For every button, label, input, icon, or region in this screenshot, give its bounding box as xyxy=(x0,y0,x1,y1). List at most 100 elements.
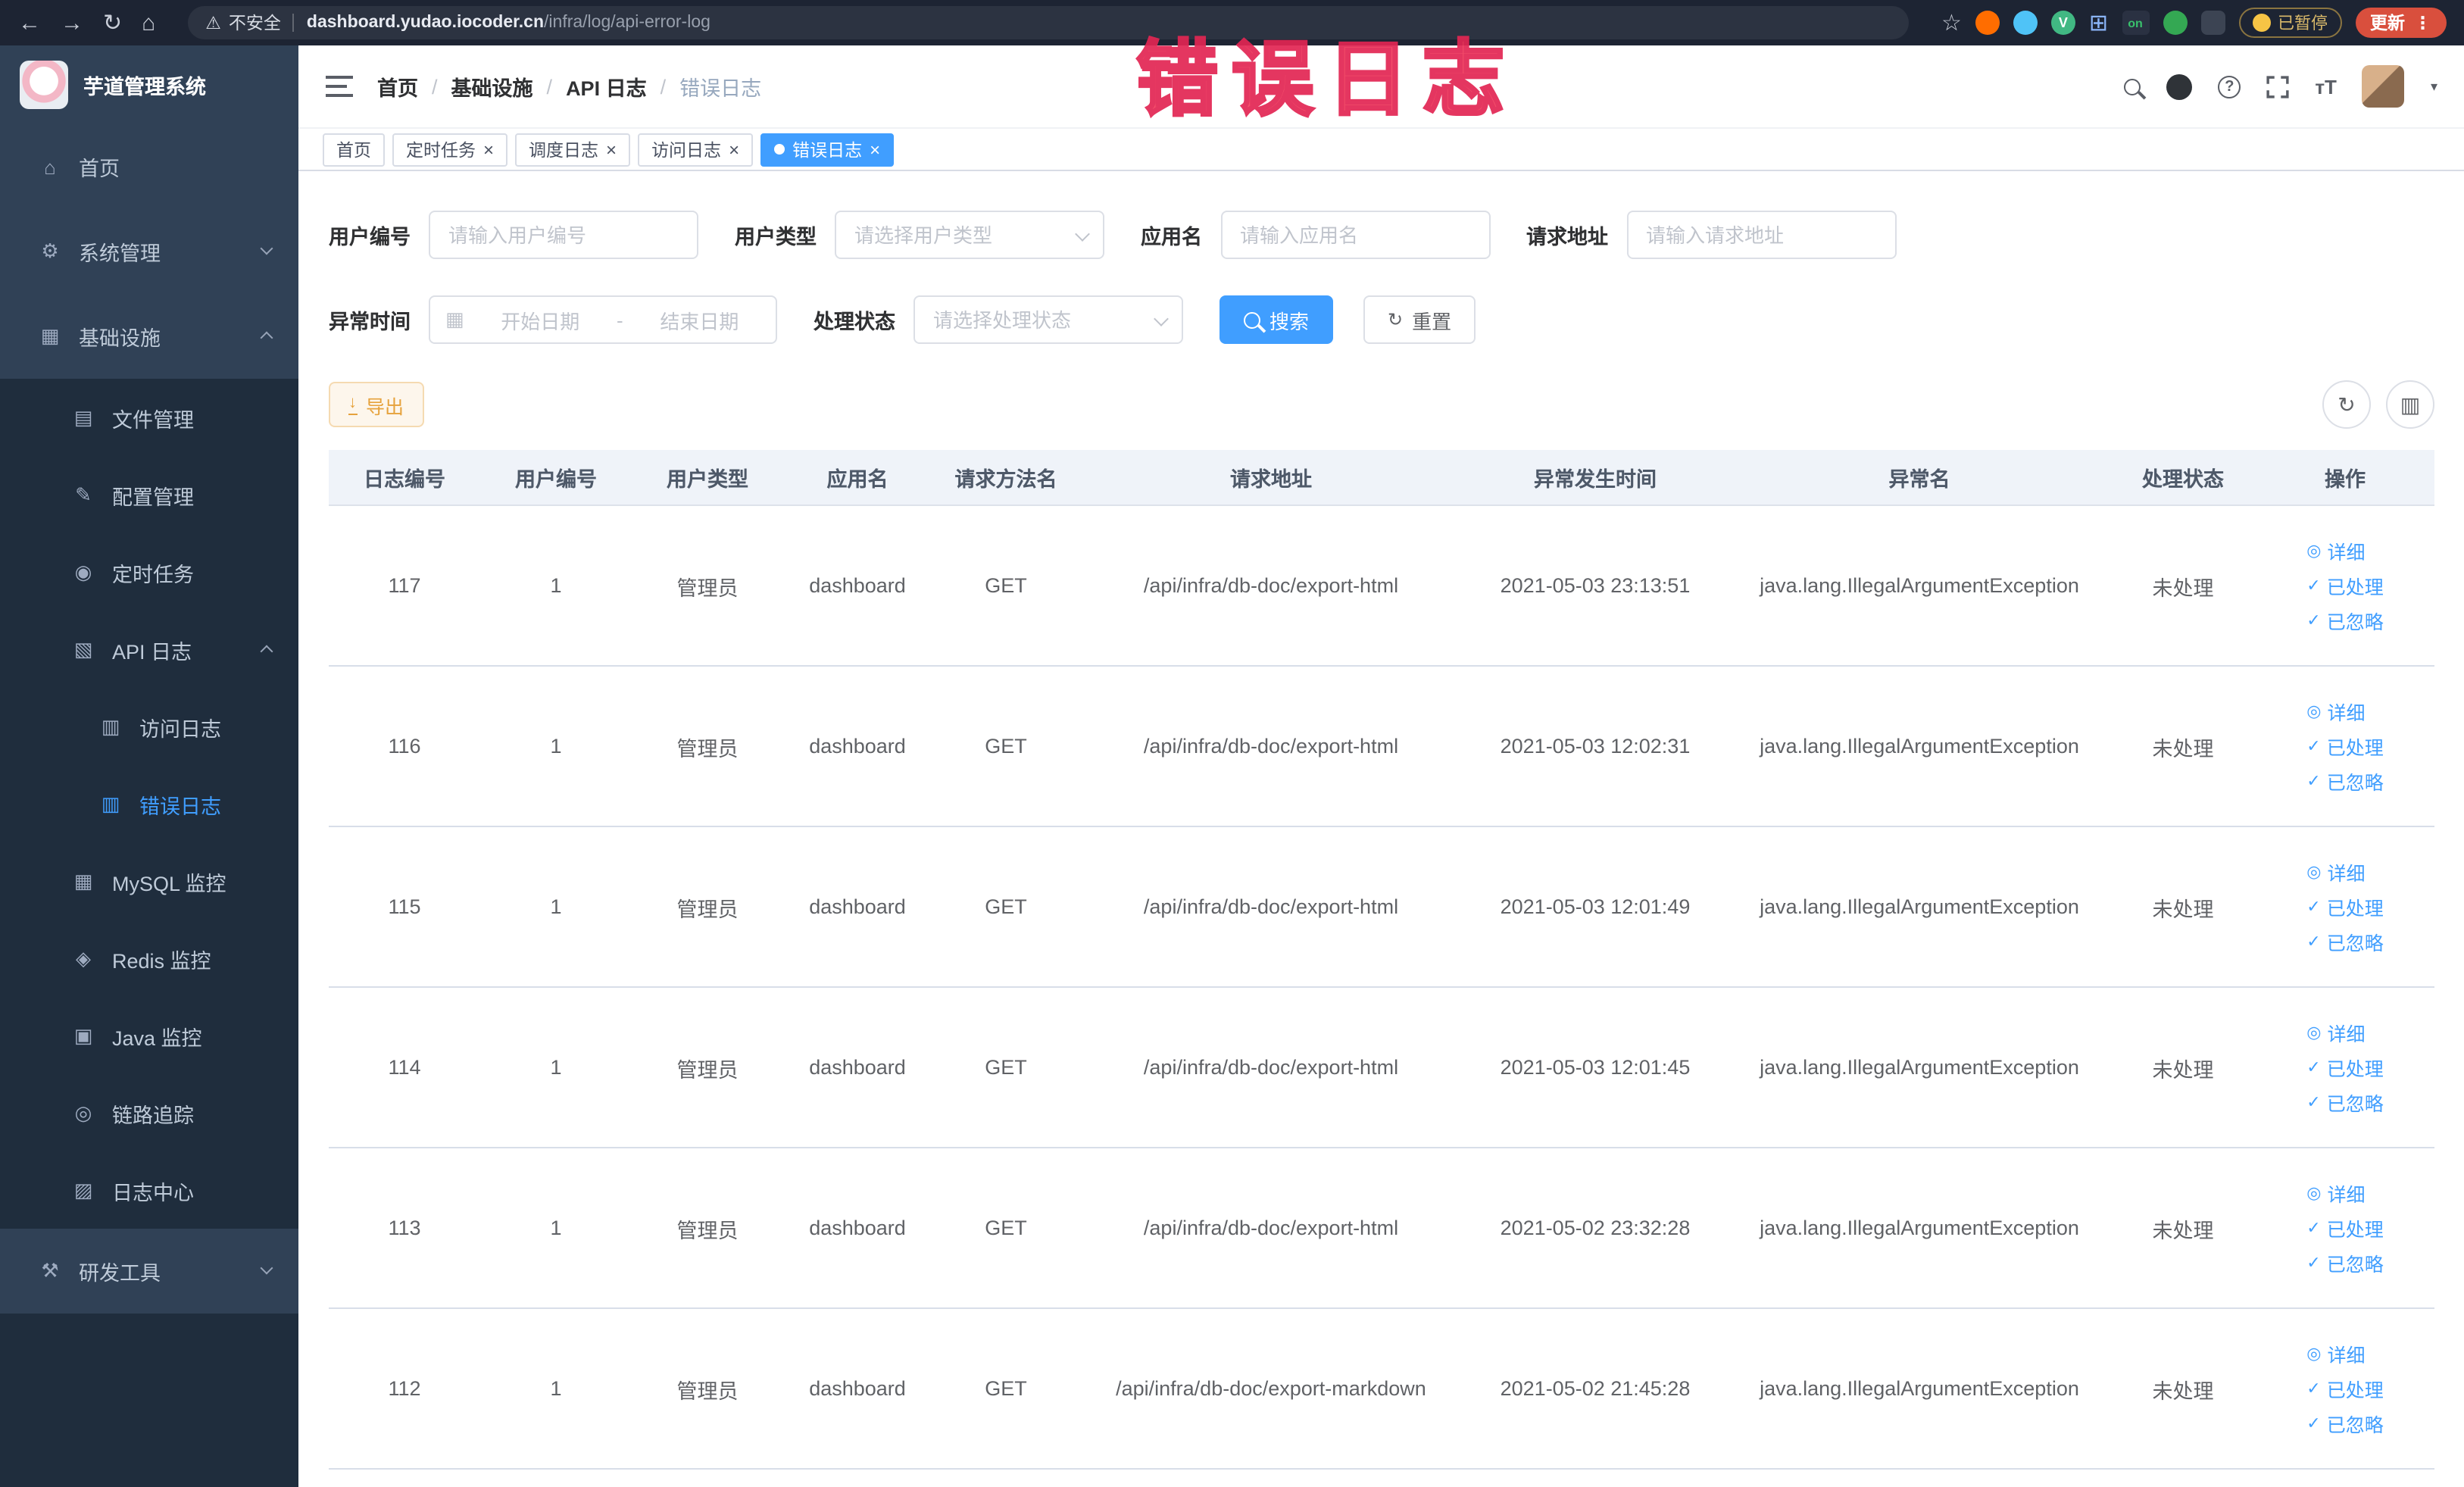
row-action-ignored[interactable]: ✓ 已忽略 xyxy=(2306,1248,2383,1277)
row-action-detail[interactable]: ◎ 详细 xyxy=(2306,697,2365,726)
check-icon: ✓ xyxy=(2306,1380,2321,1398)
extensions-puzzle-icon[interactable] xyxy=(2200,11,2225,35)
bookmark-star-icon[interactable]: ☆ xyxy=(1941,11,1962,34)
tab-4[interactable]: 错误日志 × xyxy=(760,133,895,166)
row-action-processed[interactable]: ✓ 已处理 xyxy=(2306,1053,2383,1082)
sidebar-item-9[interactable]: ▦ MySQL 监控 xyxy=(0,842,298,920)
security-chip[interactable]: ⚠ 不安全 xyxy=(205,11,281,35)
font-size-icon[interactable]: тT xyxy=(2315,75,2337,98)
chevron-down-icon[interactable]: ▾ xyxy=(2431,78,2437,95)
row-actions: ◎ 详细 ✓ 已处理 ✓ 已忽略 xyxy=(2306,697,2383,795)
app-name-input[interactable] xyxy=(1220,211,1490,259)
close-tab-icon[interactable]: × xyxy=(870,140,880,158)
row-action-detail[interactable]: ◎ 详细 xyxy=(2306,536,2365,565)
sidebar-item-3[interactable]: ▤ 文件管理 xyxy=(0,379,298,456)
extension-icon[interactable]: on xyxy=(2122,11,2149,35)
row-action-processed[interactable]: ✓ 已处理 xyxy=(2306,1374,2383,1403)
export-button[interactable]: ↓ 导出 xyxy=(329,382,424,427)
row-action-processed[interactable]: ✓ 已处理 xyxy=(2306,571,2383,600)
row-action-ignored[interactable]: ✓ 已忽略 xyxy=(2306,1088,2383,1117)
column-settings-button[interactable]: ▥ xyxy=(2386,380,2434,429)
search-icon[interactable] xyxy=(2124,78,2141,95)
row-action-detail[interactable]: ◎ 详细 xyxy=(2306,858,2365,886)
extension-icon[interactable] xyxy=(2013,11,2038,35)
sidebar-item-6[interactable]: ▧ API 日志 xyxy=(0,611,298,688)
check-icon: ✓ xyxy=(2306,612,2321,630)
sidebar-item-2[interactable]: ▦ 基础设施 xyxy=(0,294,298,379)
sidebar-item-label: Redis 监控 xyxy=(112,949,211,972)
app-name-label: 应用名 xyxy=(1141,226,1202,248)
sidebar-item-0[interactable]: ⌂ 首页 xyxy=(0,124,298,209)
row-action-detail[interactable]: ◎ 详细 xyxy=(2306,1339,2365,1368)
fullscreen-icon[interactable] xyxy=(2266,75,2289,98)
table-row: 115 1 管理员 dashboard GET/api/infra/db-doc/exp… xyxy=(329,827,2434,988)
hamburger-icon[interactable] xyxy=(326,76,353,97)
close-tab-icon[interactable]: × xyxy=(606,140,617,158)
extension-icon[interactable] xyxy=(1975,11,2000,35)
request-url-input[interactable] xyxy=(1626,211,1896,259)
action-label: 已忽略 xyxy=(2326,933,2384,954)
column-header: 异常名 xyxy=(1729,450,2110,505)
reload-icon[interactable]: ↻ xyxy=(103,11,122,34)
filter-row-1: 用户编号 用户类型 应用名 请求地址 xyxy=(329,211,2434,259)
row-action-ignored[interactable]: ✓ 已忽略 xyxy=(2306,767,2383,795)
search-button[interactable]: 搜索 xyxy=(1220,295,1334,344)
row-action-detail[interactable]: ◎ 详细 xyxy=(2306,1018,2365,1047)
row-action-processed[interactable]: ✓ 已处理 xyxy=(2306,732,2383,761)
extension-icon[interactable] xyxy=(2163,11,2187,35)
row-action-ignored[interactable]: ✓ 已忽略 xyxy=(2306,606,2383,635)
row-action-processed[interactable]: ✓ 已处理 xyxy=(2306,1214,2383,1242)
breadcrumb: 首页 / 基础设施 / API 日志 / 错误日志 xyxy=(377,71,761,102)
extension-icon[interactable]: ⊞ xyxy=(2089,11,2108,34)
cell-user_id: 1 xyxy=(550,895,562,918)
date-range-picker[interactable]: ▦ 开始日期 - 结束日期 xyxy=(429,295,777,344)
refresh-table-button[interactable]: ↻ xyxy=(2322,380,2371,429)
sidebar-item-10[interactable]: ◈ Redis 监控 xyxy=(0,920,298,997)
row-action-ignored[interactable]: ✓ 已忽略 xyxy=(2306,1409,2383,1438)
sidebar-item-7[interactable]: ▥ 访问日志 xyxy=(0,688,298,765)
action-label: 已忽略 xyxy=(2326,773,2384,794)
user-id-input[interactable] xyxy=(429,211,698,259)
tab-3[interactable]: 访问日志 × xyxy=(638,133,754,166)
reset-button[interactable]: ↻ 重置 xyxy=(1363,295,1476,344)
export-button-label: 导出 xyxy=(366,396,404,417)
sidebar-item-4[interactable]: ✎ 配置管理 xyxy=(0,456,298,533)
row-action-processed[interactable]: ✓ 已处理 xyxy=(2306,892,2383,921)
close-tab-icon[interactable]: × xyxy=(483,140,494,158)
close-tab-icon[interactable]: × xyxy=(729,140,739,158)
sidebar-item-5[interactable]: ◉ 定时任务 xyxy=(0,533,298,611)
sidebar-item-8[interactable]: ▥ 错误日志 xyxy=(0,765,298,842)
chrome-right-cluster: ☆ V ⊞ on 已暂停 更新 ⋮ xyxy=(1941,8,2447,38)
tab-2[interactable]: 调度日志 × xyxy=(515,133,631,166)
process-status-select[interactable] xyxy=(913,295,1183,344)
user-type-select[interactable] xyxy=(835,211,1104,259)
row-action-ignored[interactable]: ✓ 已忽略 xyxy=(2306,927,2383,956)
row-actions: ◎ 详细 ✓ 已处理 ✓ 已忽略 xyxy=(2306,1018,2383,1117)
forward-icon[interactable]: → xyxy=(61,11,83,34)
breadcrumb-item[interactable]: API 日志 xyxy=(566,71,647,102)
github-icon[interactable] xyxy=(2166,73,2193,99)
check-icon: ✓ xyxy=(2306,738,2321,756)
help-icon[interactable] xyxy=(2218,75,2241,98)
tab-1[interactable]: 定时任务 × xyxy=(392,133,508,166)
app-logo[interactable]: 芋道管理系统 xyxy=(0,45,298,124)
app-frame: 芋道管理系统 ⌂ 首页 ⚙ 系统管理 ▦ 基础设施 ▤ 文件管理 ✎ 配置管理 ◉ 定时任务 ▧ API … xyxy=(0,45,2464,1487)
home-icon[interactable]: ⌂ xyxy=(142,11,155,34)
sidebar-item-14[interactable]: ⚒ 研发工具 xyxy=(0,1229,298,1314)
address-bar[interactable]: ⚠ 不安全 dashboard.yudao.iocoder.cn/infra/l… xyxy=(187,6,1910,39)
column-header: 异常发生时间 xyxy=(1462,450,1729,505)
user-avatar[interactable] xyxy=(2362,65,2405,108)
breadcrumb-item[interactable]: 基础设施 xyxy=(451,71,533,102)
sidebar-item-13[interactable]: ▨ 日志中心 xyxy=(0,1151,298,1229)
tab-0[interactable]: 首页 xyxy=(323,133,385,166)
sidebar-item-12[interactable]: ◎ 链路追踪 xyxy=(0,1074,298,1151)
row-action-detail[interactable]: ◎ 详细 xyxy=(2306,1179,2365,1207)
paused-badge[interactable]: 已暂停 xyxy=(2238,8,2341,38)
update-button[interactable]: 更新 ⋮ xyxy=(2355,8,2447,38)
filter-request-url: 请求地址 xyxy=(1526,211,1896,259)
sidebar-item-1[interactable]: ⚙ 系统管理 xyxy=(0,209,298,294)
back-icon[interactable]: ← xyxy=(18,11,41,34)
breadcrumb-item[interactable]: 首页 xyxy=(377,71,418,102)
sidebar-item-11[interactable]: ▣ Java 监控 xyxy=(0,997,298,1074)
extension-icon[interactable]: V xyxy=(2050,11,2075,35)
